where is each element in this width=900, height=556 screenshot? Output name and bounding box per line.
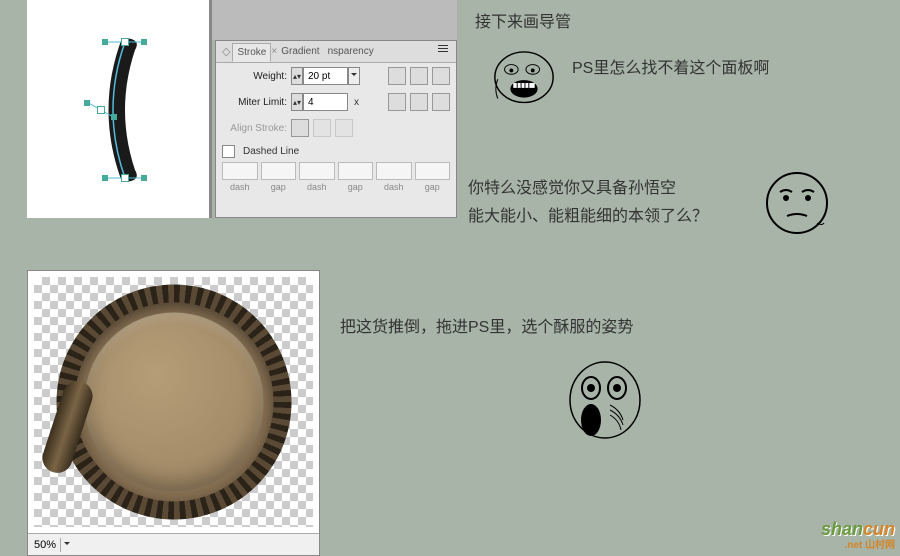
align-inside-icon <box>313 119 331 137</box>
annotation-3: 你特么没感觉你又具备孙悟空 能大能小、能粗能细的本领了么？ <box>468 175 708 231</box>
dash-input-1[interactable] <box>222 162 258 180</box>
handle-mid-left[interactable] <box>84 100 90 106</box>
tab-transparency[interactable]: nsparency <box>324 43 378 60</box>
dashed-label: Dashed Line <box>243 146 299 157</box>
anchor-top[interactable] <box>121 38 129 46</box>
corner-miter-icon[interactable] <box>388 93 406 111</box>
weight-label: Weight: <box>222 71 287 82</box>
annotation-2: PS里怎么找不着这个面板啊 <box>572 54 769 78</box>
handle-top-left[interactable] <box>102 39 108 45</box>
annotation-4: 把这货推倒，拖进PS里，选个酥服的姿势 <box>340 313 633 337</box>
annotation-1: 接下来画导管 <box>475 8 571 32</box>
weight-stepper[interactable]: ▴▾ <box>291 67 303 85</box>
photoshop-canvas[interactable]: 50% <box>27 270 320 556</box>
cap-butt-icon[interactable] <box>388 67 406 85</box>
handle-top-right[interactable] <box>141 39 147 45</box>
dash-gap-row: dash gap dash gap dash gap <box>216 162 456 192</box>
corner-bevel-icon[interactable] <box>432 93 450 111</box>
weight-dropdown[interactable] <box>348 67 360 85</box>
transparency-background <box>34 277 313 527</box>
zoom-dropdown[interactable] <box>60 538 72 552</box>
illustrator-canvas[interactable] <box>27 0 210 218</box>
stroke-panel: ◇ Stroke × Gradient nsparency Weight: ▴▾… <box>215 40 457 218</box>
watermark: shancun .net 山村网 <box>821 519 895 551</box>
corner-round-icon[interactable] <box>410 93 428 111</box>
rage-face-3 <box>565 360 645 450</box>
align-center-icon[interactable] <box>291 119 309 137</box>
gap-input-2[interactable] <box>338 162 374 180</box>
rage-face-1 <box>490 50 558 108</box>
dial-object[interactable] <box>56 285 291 520</box>
panel-menu-icon[interactable] <box>438 45 452 55</box>
rage-face-2 <box>762 168 832 236</box>
weight-input[interactable] <box>303 67 348 85</box>
dash-input-3[interactable] <box>376 162 412 180</box>
dashed-checkbox[interactable] <box>222 145 235 158</box>
tab-gradient[interactable]: Gradient <box>277 43 323 60</box>
miter-input[interactable] <box>303 93 348 111</box>
align-outside-icon <box>335 119 353 137</box>
handle-bottom-right[interactable] <box>141 175 147 181</box>
crescent-path[interactable] <box>87 30 167 190</box>
zoom-bar: 50% <box>28 533 319 555</box>
gap-input-3[interactable] <box>415 162 451 180</box>
dial-face <box>84 313 263 492</box>
cap-round-icon[interactable] <box>410 67 428 85</box>
cap-square-icon[interactable] <box>432 67 450 85</box>
miter-suffix: x <box>354 97 359 108</box>
zoom-level: 50% <box>34 539 56 551</box>
tab-stroke[interactable]: Stroke <box>232 43 271 62</box>
handle-mid-right[interactable] <box>111 114 117 120</box>
anchor-mid[interactable] <box>97 106 105 114</box>
panel-tabs: ◇ Stroke × Gradient nsparency <box>216 41 456 63</box>
handle-bottom-left[interactable] <box>102 175 108 181</box>
miter-label: Miter Limit: <box>222 97 287 108</box>
canvas-divider <box>210 0 212 218</box>
anchor-bottom[interactable] <box>121 174 129 182</box>
panel-dock-area <box>212 0 457 40</box>
dash-input-2[interactable] <box>299 162 335 180</box>
gap-input-1[interactable] <box>261 162 297 180</box>
align-label: Align Stroke: <box>222 123 287 134</box>
miter-stepper[interactable]: ▴▾ <box>291 93 303 111</box>
panel-collapse-icon[interactable]: ◇ <box>222 45 230 58</box>
